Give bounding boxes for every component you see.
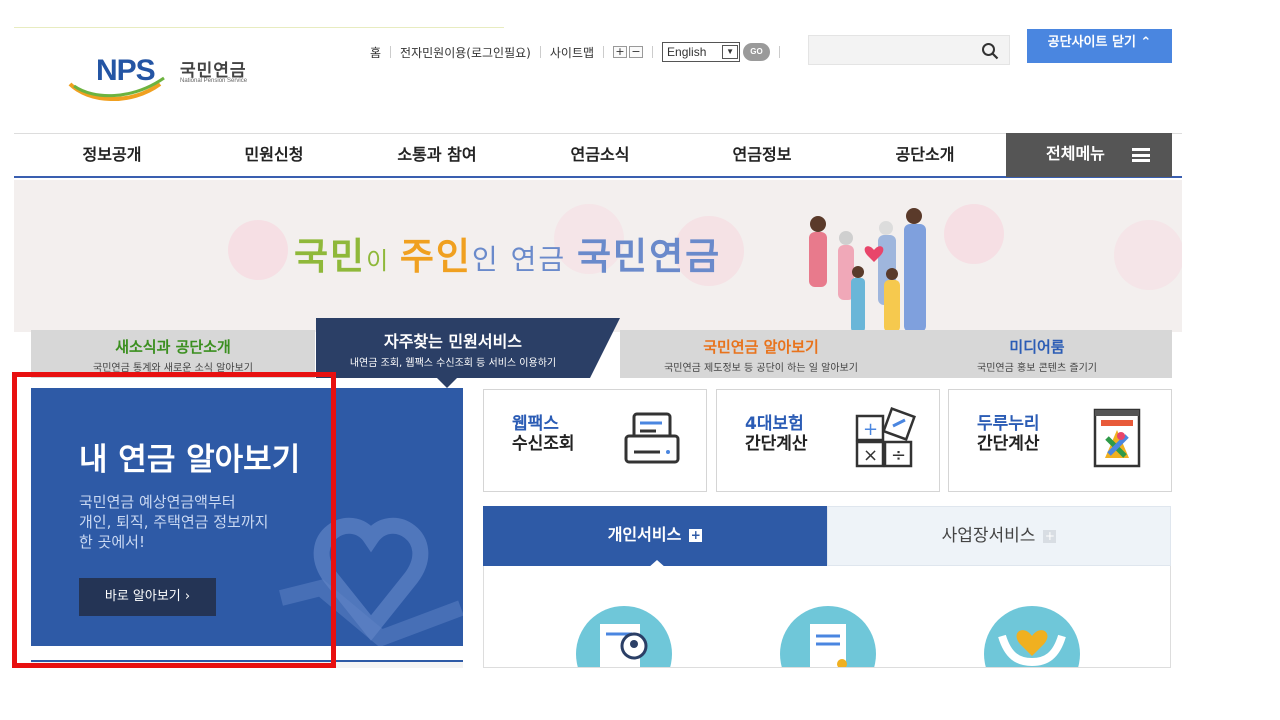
sitemap-link[interactable]: 사이트맵 (550, 44, 594, 61)
nps-logo[interactable]: NPS 국민연금 National Pension Service (68, 52, 268, 104)
service-title-line1: 웹팩스 (512, 414, 559, 434)
language-select[interactable]: English ▼ (662, 42, 741, 62)
service-circle[interactable] (984, 606, 1080, 667)
my-pension-card: 내 연금 알아보기 국민연금 예상연금액부터 개인, 퇴직, 주택연금 정보까지… (31, 388, 463, 646)
card-title: 내 연금 알아보기 (79, 442, 301, 478)
heart-decoration (228, 220, 288, 280)
document-icon (810, 624, 847, 667)
divider (779, 46, 781, 58)
e-civil-link[interactable]: 전자민원이용(로그인필요) (400, 44, 531, 61)
service-title: 웹팩스 수신조회 (512, 414, 575, 454)
search-input[interactable] (808, 35, 1010, 65)
service-title-line1: 두루누리 (977, 414, 1040, 434)
tab-desc: 국민연금 홍보 콘텐츠 즐기기 (977, 363, 1097, 374)
tab-desc: 내연금 조회, 웹팩스 수신조회 등 서비스 이용하기 (349, 358, 557, 369)
family-illustration-icon (809, 208, 926, 332)
tab-title: 국민연금 알아보기 (703, 338, 819, 356)
durunuri-icon (1093, 408, 1141, 468)
nav-participation[interactable]: 소통과 참여 (367, 134, 507, 177)
heart-decoration (1114, 220, 1182, 290)
tab-title: 새소식과 공단소개 (115, 338, 231, 356)
document-person-icon (600, 624, 648, 667)
main-nav: 정보공개 민원신청 소통과 참여 연금소식 연금정보 공단소개 전체메뉴 (14, 133, 1182, 178)
logo-mark: NPS (96, 54, 156, 87)
divider (390, 46, 392, 58)
service-title-line2: 수신조회 (512, 434, 575, 454)
tab-desc: 국민연금 통계와 새로운 소식 알아보기 (93, 363, 253, 374)
heart-hands-icon (998, 630, 1066, 667)
home-link[interactable]: 홈 (370, 44, 381, 61)
search-icon[interactable] (981, 42, 999, 60)
service-4-insurance[interactable]: 4대보험 간단계산 + × ÷ (716, 389, 940, 492)
all-menu-button[interactable]: 전체메뉴 (1006, 133, 1172, 177)
nav-civil-request[interactable]: 민원신청 (204, 134, 344, 177)
service-circle[interactable] (576, 606, 672, 667)
service-title-line2: 간단계산 (745, 434, 808, 454)
personal-service-panel (483, 566, 1171, 668)
slogan-part: 인 연금 (471, 243, 577, 276)
slogan-part: 국민연금 (577, 235, 722, 278)
tab-civil-services[interactable]: 자주찾는 민원서비스 내연금 조회, 웹팩스 수신조회 등 서비스 이용하기 (316, 318, 590, 378)
tab-title: 미디어룸 (1009, 338, 1065, 356)
all-menu-label: 전체메뉴 (1046, 144, 1105, 163)
card-description: 국민연금 예상연금액부터 개인, 퇴직, 주택연금 정보까지 한 곳에서! (79, 493, 269, 551)
service-title: 두루누리 간단계산 (977, 414, 1040, 454)
slogan-part: 국민 (294, 235, 367, 278)
nav-about[interactable]: 공단소개 (855, 134, 995, 177)
calculator-icon: + × ÷ (855, 407, 916, 468)
divider (652, 46, 654, 58)
svg-text:×: × (863, 445, 878, 466)
heart-hand-icon (279, 517, 463, 646)
card-footer-strip (31, 660, 463, 668)
fax-icon (624, 412, 680, 464)
service-title: 4대보험 간단계산 (745, 414, 808, 454)
nav-pension-news[interactable]: 연금소식 (530, 134, 670, 177)
tab-pointer (437, 378, 457, 388)
slogan-part: 이 (366, 247, 400, 275)
zoom-out-button[interactable]: − (629, 46, 644, 58)
tab-desc: 국민연금 제도정보 등 공단이 하는 일 알아보기 (664, 363, 858, 374)
zoom-in-button[interactable]: + (613, 46, 628, 58)
divider (603, 46, 605, 58)
divider (539, 46, 541, 58)
tab-learn-pension[interactable]: 국민연금 알아보기 국민연금 제도정보 등 공단이 하는 일 알아보기 (620, 330, 902, 378)
go-button[interactable]: GO (743, 43, 771, 61)
zoom-controls: + − (613, 46, 644, 58)
hero-banner: 국민이 주인인 연금 국민연금 (14, 180, 1182, 332)
top-divider (14, 27, 504, 28)
plus-icon: + (689, 528, 703, 542)
tab-business-label: 사업장서비스 (941, 526, 1036, 546)
svg-text:+: + (863, 419, 878, 440)
learn-now-button[interactable]: 바로 알아보기 › (79, 578, 216, 616)
service-circle[interactable] (780, 606, 876, 667)
tab-business-service[interactable]: 사업장서비스 + (827, 506, 1171, 566)
utility-bar: 홈 전자민원이용(로그인필요) 사이트맵 + − English ▼ GO (370, 42, 789, 62)
slogan-part: 주인 (399, 235, 472, 278)
service-title-line1: 4대보험 (745, 414, 804, 434)
nav-pension-info[interactable]: 연금정보 (692, 134, 832, 177)
close-site-button[interactable]: 공단사이트 닫기 ⌃ (1027, 29, 1172, 63)
heart-decoration (944, 204, 1004, 264)
logo-english: National Pension Service (180, 78, 248, 84)
nav-info-disclosure[interactable]: 정보공개 (42, 134, 182, 177)
chevron-down-icon: ▼ (722, 45, 739, 59)
svg-text:÷: ÷ (891, 445, 906, 466)
tab-news[interactable]: 새소식과 공단소개 국민연금 통계와 새로운 소식 알아보기 (31, 330, 315, 378)
tab-slant (590, 318, 620, 378)
tab-title: 자주찾는 민원서비스 (383, 332, 523, 351)
service-title-line2: 간단계산 (977, 434, 1040, 454)
plus-icon: + (1043, 528, 1057, 543)
language-value: English (667, 45, 707, 59)
banner-slogan: 국민이 주인인 연금 국민연금 (294, 226, 721, 280)
tab-media-room[interactable]: 미디어룸 국민연금 홍보 콘텐츠 즐기기 (902, 330, 1172, 378)
tab-personal-service[interactable]: 개인서비스 + (483, 506, 827, 566)
tab-personal-label: 개인서비스 (607, 525, 682, 544)
service-durunuri[interactable]: 두루누리 간단계산 (948, 389, 1172, 492)
hamburger-icon (1132, 148, 1150, 162)
service-webfax[interactable]: 웹팩스 수신조회 (483, 389, 707, 492)
page: NPS 국민연금 National Pension Service 홈 전자민원… (14, 0, 1182, 668)
